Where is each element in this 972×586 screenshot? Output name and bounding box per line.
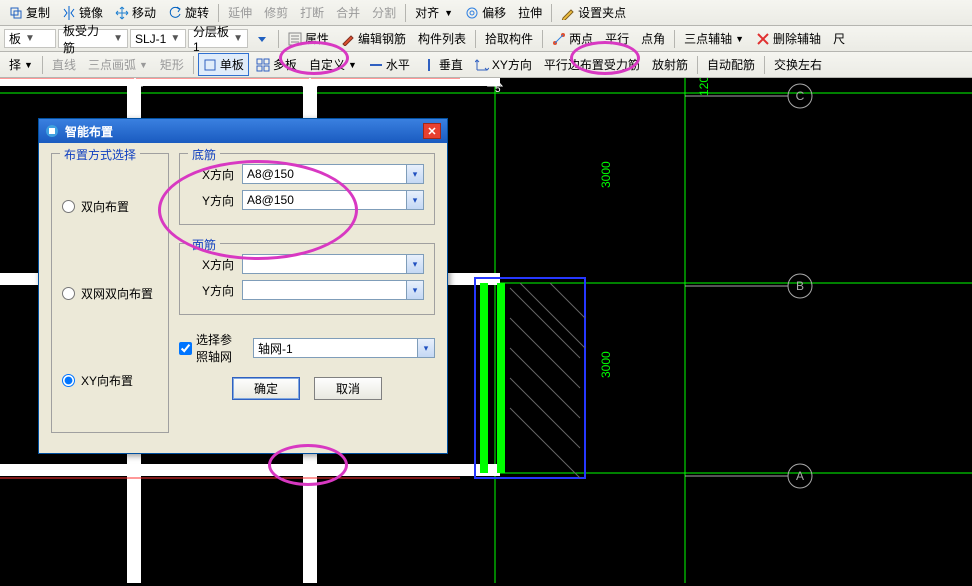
arrow-down-button[interactable] (250, 29, 274, 49)
ydir-label: Y方向 (190, 192, 234, 209)
radio-doublenet[interactable]: 双网双向布置 (62, 285, 158, 302)
threeaux-button[interactable]: 三点辅轴▼ (679, 27, 749, 50)
ref-axis-combo[interactable]: ▾ (253, 338, 435, 358)
dropdown-icon[interactable]: ▾ (406, 281, 423, 299)
dd-ban[interactable]: 板▼ (4, 29, 56, 48)
ok-button[interactable]: 确定 (232, 377, 300, 400)
dropdown-icon[interactable]: ▾ (417, 339, 434, 357)
delaux-button[interactable]: 删除辅轴 (751, 27, 826, 50)
offset-icon (465, 6, 479, 20)
svg-text:12000: 12000 (697, 78, 711, 96)
placement-mode-group: 布置方式选择 双向布置 双网双向布置 XY向布置 (51, 153, 169, 433)
horiz-icon (369, 58, 383, 72)
rotate-icon (168, 6, 182, 20)
rect-button[interactable]: 矩形 (155, 53, 189, 76)
stretch-button[interactable]: 拉伸 (513, 1, 547, 24)
parallel-button[interactable]: 平行 (600, 27, 634, 50)
xydir-button[interactable]: XY方向 (470, 53, 537, 76)
bottom-rebar-group: 底筋 X方向 ▾ Y方向 ▾ (179, 153, 435, 225)
svg-text:B: B (796, 279, 804, 293)
vert-button[interactable]: 垂直 (417, 53, 468, 76)
toolbar-component: 板▼ 板受力筋▼ SLJ-1▼ 分层板1▼ 属性 编辑钢筋 构件列表 拾取构件 … (0, 26, 972, 52)
extend-button[interactable]: 延伸 (223, 1, 257, 24)
group-label: 布置方式选择 (60, 146, 140, 163)
smart-place-dialog: 智能布置 ✕ 布置方式选择 双向布置 双网双向布置 XY向布置 底筋 X方向 ▾ (38, 118, 448, 454)
copy-button[interactable]: 复制 (4, 1, 55, 24)
paredge-button[interactable]: 平行边布置受力筋 (539, 53, 645, 76)
custom-button[interactable]: 自定义▼ (304, 53, 362, 76)
svg-text:A: A (796, 469, 804, 483)
dropdown-icon[interactable]: ▾ (406, 255, 423, 273)
group-label: 面筋 (188, 236, 220, 253)
radio-biaxial[interactable]: 双向布置 (62, 198, 158, 215)
complist-button[interactable]: 构件列表 (413, 27, 471, 50)
align-button[interactable]: 对齐▼ (410, 1, 458, 24)
vert-icon (422, 58, 436, 72)
autorebar-button[interactable]: 自动配筋 (702, 53, 760, 76)
dialog-titlebar[interactable]: 智能布置 ✕ (39, 119, 447, 143)
copy-icon (9, 6, 23, 20)
arc-button[interactable]: 三点画弧▼ (83, 53, 153, 76)
split-button[interactable]: 分割 (367, 1, 401, 24)
move-button[interactable]: 移动 (110, 1, 161, 24)
rotate-button[interactable]: 旋转 (163, 1, 214, 24)
dropdown-icon[interactable]: ▾ (406, 191, 423, 209)
xdir-label: X方向 (190, 256, 234, 273)
trim-button[interactable]: 修剪 (259, 1, 293, 24)
pickcomp-button[interactable]: 拾取构件 (480, 27, 538, 50)
break-button[interactable]: 打断 (295, 1, 329, 24)
radio-xy[interactable]: XY向布置 (62, 372, 158, 389)
horiz-button[interactable]: 水平 (364, 53, 415, 76)
twopoint-icon (552, 32, 566, 46)
multi-icon (256, 58, 270, 72)
toolbar-place: 择▼ 直线 三点画弧▼ 矩形 单板 多板 自定义▼ 水平 垂直 XY方向 平行边… (0, 52, 972, 78)
single-button[interactable]: 单板 (198, 53, 249, 76)
dialog-title: 智能布置 (65, 123, 113, 140)
svg-text:C: C (796, 89, 805, 103)
setgrip-button[interactable]: 设置夹点 (556, 1, 631, 24)
editrebar-button[interactable]: 编辑钢筋 (336, 27, 411, 50)
xdir-label: X方向 (190, 166, 234, 183)
dd-layer[interactable]: 分层板1▼ (188, 29, 248, 48)
ydir-label: Y方向 (190, 282, 234, 299)
ptangle-button[interactable]: 点角 (636, 27, 670, 50)
mirror-icon (62, 6, 76, 20)
down-arrow-icon (255, 32, 269, 46)
line-button[interactable]: 直线 (47, 53, 81, 76)
multi-button[interactable]: 多板 (251, 53, 302, 76)
delete-icon (756, 32, 770, 46)
dd-rebar[interactable]: 板受力筋▼ (58, 29, 128, 48)
single-icon (203, 58, 217, 72)
bottom-y-combo[interactable]: ▾ (242, 190, 424, 210)
svg-text:3000: 3000 (599, 161, 613, 188)
ruler-button[interactable]: 尺 (828, 27, 850, 50)
move-icon (115, 6, 129, 20)
pencil-icon (341, 32, 355, 46)
attr-button[interactable]: 属性 (283, 27, 334, 50)
twopoint-button[interactable]: 两点 (547, 27, 598, 50)
radial-button[interactable]: 放射筋 (647, 53, 693, 76)
top-rebar-group: 面筋 X方向 ▾ Y方向 ▾ (179, 243, 435, 315)
group-label: 底筋 (188, 146, 220, 163)
svg-text:3000: 3000 (599, 351, 613, 378)
top-y-combo[interactable]: ▾ (242, 280, 424, 300)
list-icon (288, 32, 302, 46)
cancel-button[interactable]: 取消 (314, 377, 382, 400)
offset-button[interactable]: 偏移 (460, 1, 511, 24)
swaplr-button[interactable]: 交换左右 (769, 53, 827, 76)
ref-axis-label: 选择参照轴网 (196, 331, 241, 365)
app-icon (45, 124, 59, 138)
xy-icon (475, 58, 489, 72)
dropdown-icon[interactable]: ▾ (406, 165, 423, 183)
ref-axis-checkbox[interactable] (179, 342, 192, 355)
merge-button[interactable]: 合并 (331, 1, 365, 24)
pencil-icon (561, 6, 575, 20)
dialog-close-button[interactable]: ✕ (423, 123, 441, 139)
bottom-x-combo[interactable]: ▾ (242, 164, 424, 184)
select-button[interactable]: 择▼ (4, 53, 38, 76)
toolbar-edit: 复制 镜像 移动 旋转 延伸 修剪 打断 合并 分割 对齐▼ 偏移 拉伸 设置夹… (0, 0, 972, 26)
top-x-combo[interactable]: ▾ (242, 254, 424, 274)
dd-slj[interactable]: SLJ-1▼ (130, 29, 186, 48)
